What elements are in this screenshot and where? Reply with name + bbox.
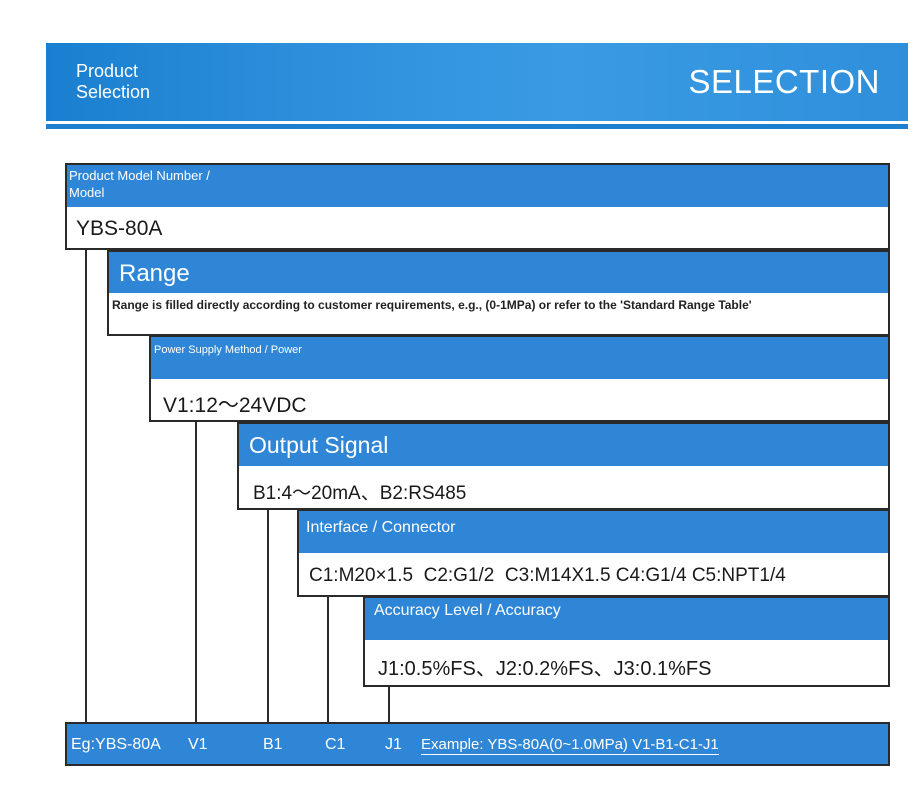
range-block: Range Range is filled directly according… xyxy=(107,250,890,336)
footer-v: V1 xyxy=(188,736,208,753)
connector-line-output xyxy=(327,596,329,723)
model-block: Product Model Number / Model YBS-80A xyxy=(65,163,890,250)
interface-block: Interface / Connector C1:M20×1.5 C2:G1/2… xyxy=(297,509,890,597)
interface-block-body: C1:M20×1.5 C2:G1/2 C3:M14X1.5 C4:G1/4 C5… xyxy=(299,553,888,595)
connector-line-power xyxy=(267,509,269,723)
connector-line-model xyxy=(85,249,87,723)
selection-banner: Product Selection SELECTION xyxy=(46,43,908,121)
output-block-body: B1:4～20mA、B2:RS485 xyxy=(239,466,888,508)
footer-c: C1 xyxy=(325,736,346,753)
range-block-header: Range xyxy=(109,252,888,293)
model-block-header: Product Model Number / Model xyxy=(67,165,888,207)
accuracy-block: Accuracy Level / Accuracy J1:0.5%FS、J2:0… xyxy=(363,596,890,687)
range-header: Range xyxy=(119,260,190,287)
power-block: Power Supply Method / Power V1:12～24VDC xyxy=(149,335,890,422)
interface-value: C1:M20×1.5 C2:G1/2 C3:M14X1.5 C4:G1/4 C5… xyxy=(309,565,786,586)
accuracy-block-body: J1:0.5%FS、J2:0.2%FS、J3:0.1%FS xyxy=(365,640,888,685)
connector-line-interface xyxy=(388,686,390,723)
accuracy-value: J1:0.5%FS、J2:0.2%FS、J3:0.1%FS xyxy=(378,658,712,680)
banner-left-line1: Product xyxy=(76,61,139,81)
range-block-body: Range is filled directly according to cu… xyxy=(109,293,888,334)
power-header: Power Supply Method / Power xyxy=(154,344,302,356)
banner-left-line2: Selection xyxy=(76,82,151,102)
footer-j: J1 xyxy=(385,736,402,753)
interface-block-header: Interface / Connector xyxy=(299,511,888,553)
range-value: Range is filled directly according to cu… xyxy=(112,298,752,312)
accuracy-block-header: Accuracy Level / Accuracy xyxy=(365,598,888,640)
power-block-body: V1:12～24VDC xyxy=(151,379,888,420)
accuracy-header: Accuracy Level / Accuracy xyxy=(374,602,561,619)
banner-underline xyxy=(46,124,908,129)
model-header-line1: Product Model Number / xyxy=(69,168,210,183)
output-value: B1:4～20mA、B2:RS485 xyxy=(253,483,467,504)
example-footer: Eg:YBS-80A V1 B1 C1 J1 Example: YBS-80A(… xyxy=(65,722,890,766)
power-block-header: Power Supply Method / Power xyxy=(151,337,888,379)
footer-example: Example: YBS-80A(0~1.0MPa) V1-B1-C1-J1 xyxy=(421,736,719,755)
output-header: Output Signal xyxy=(249,432,389,458)
footer-model: Eg:YBS-80A xyxy=(71,736,161,753)
output-block-header: Output Signal xyxy=(239,424,888,466)
banner-left-title: Product Selection xyxy=(76,61,226,103)
model-value: YBS-80A xyxy=(76,217,163,240)
power-value: V1:12～24VDC xyxy=(163,394,307,417)
interface-header: Interface / Connector xyxy=(306,519,456,536)
model-header-line2: Model xyxy=(69,185,105,200)
connector-line-range xyxy=(195,421,197,723)
model-block-body: YBS-80A xyxy=(67,207,888,248)
footer-b: B1 xyxy=(263,736,283,753)
output-block: Output Signal B1:4～20mA、B2:RS485 xyxy=(237,422,890,510)
banner-right-title: SELECTION xyxy=(688,63,880,100)
